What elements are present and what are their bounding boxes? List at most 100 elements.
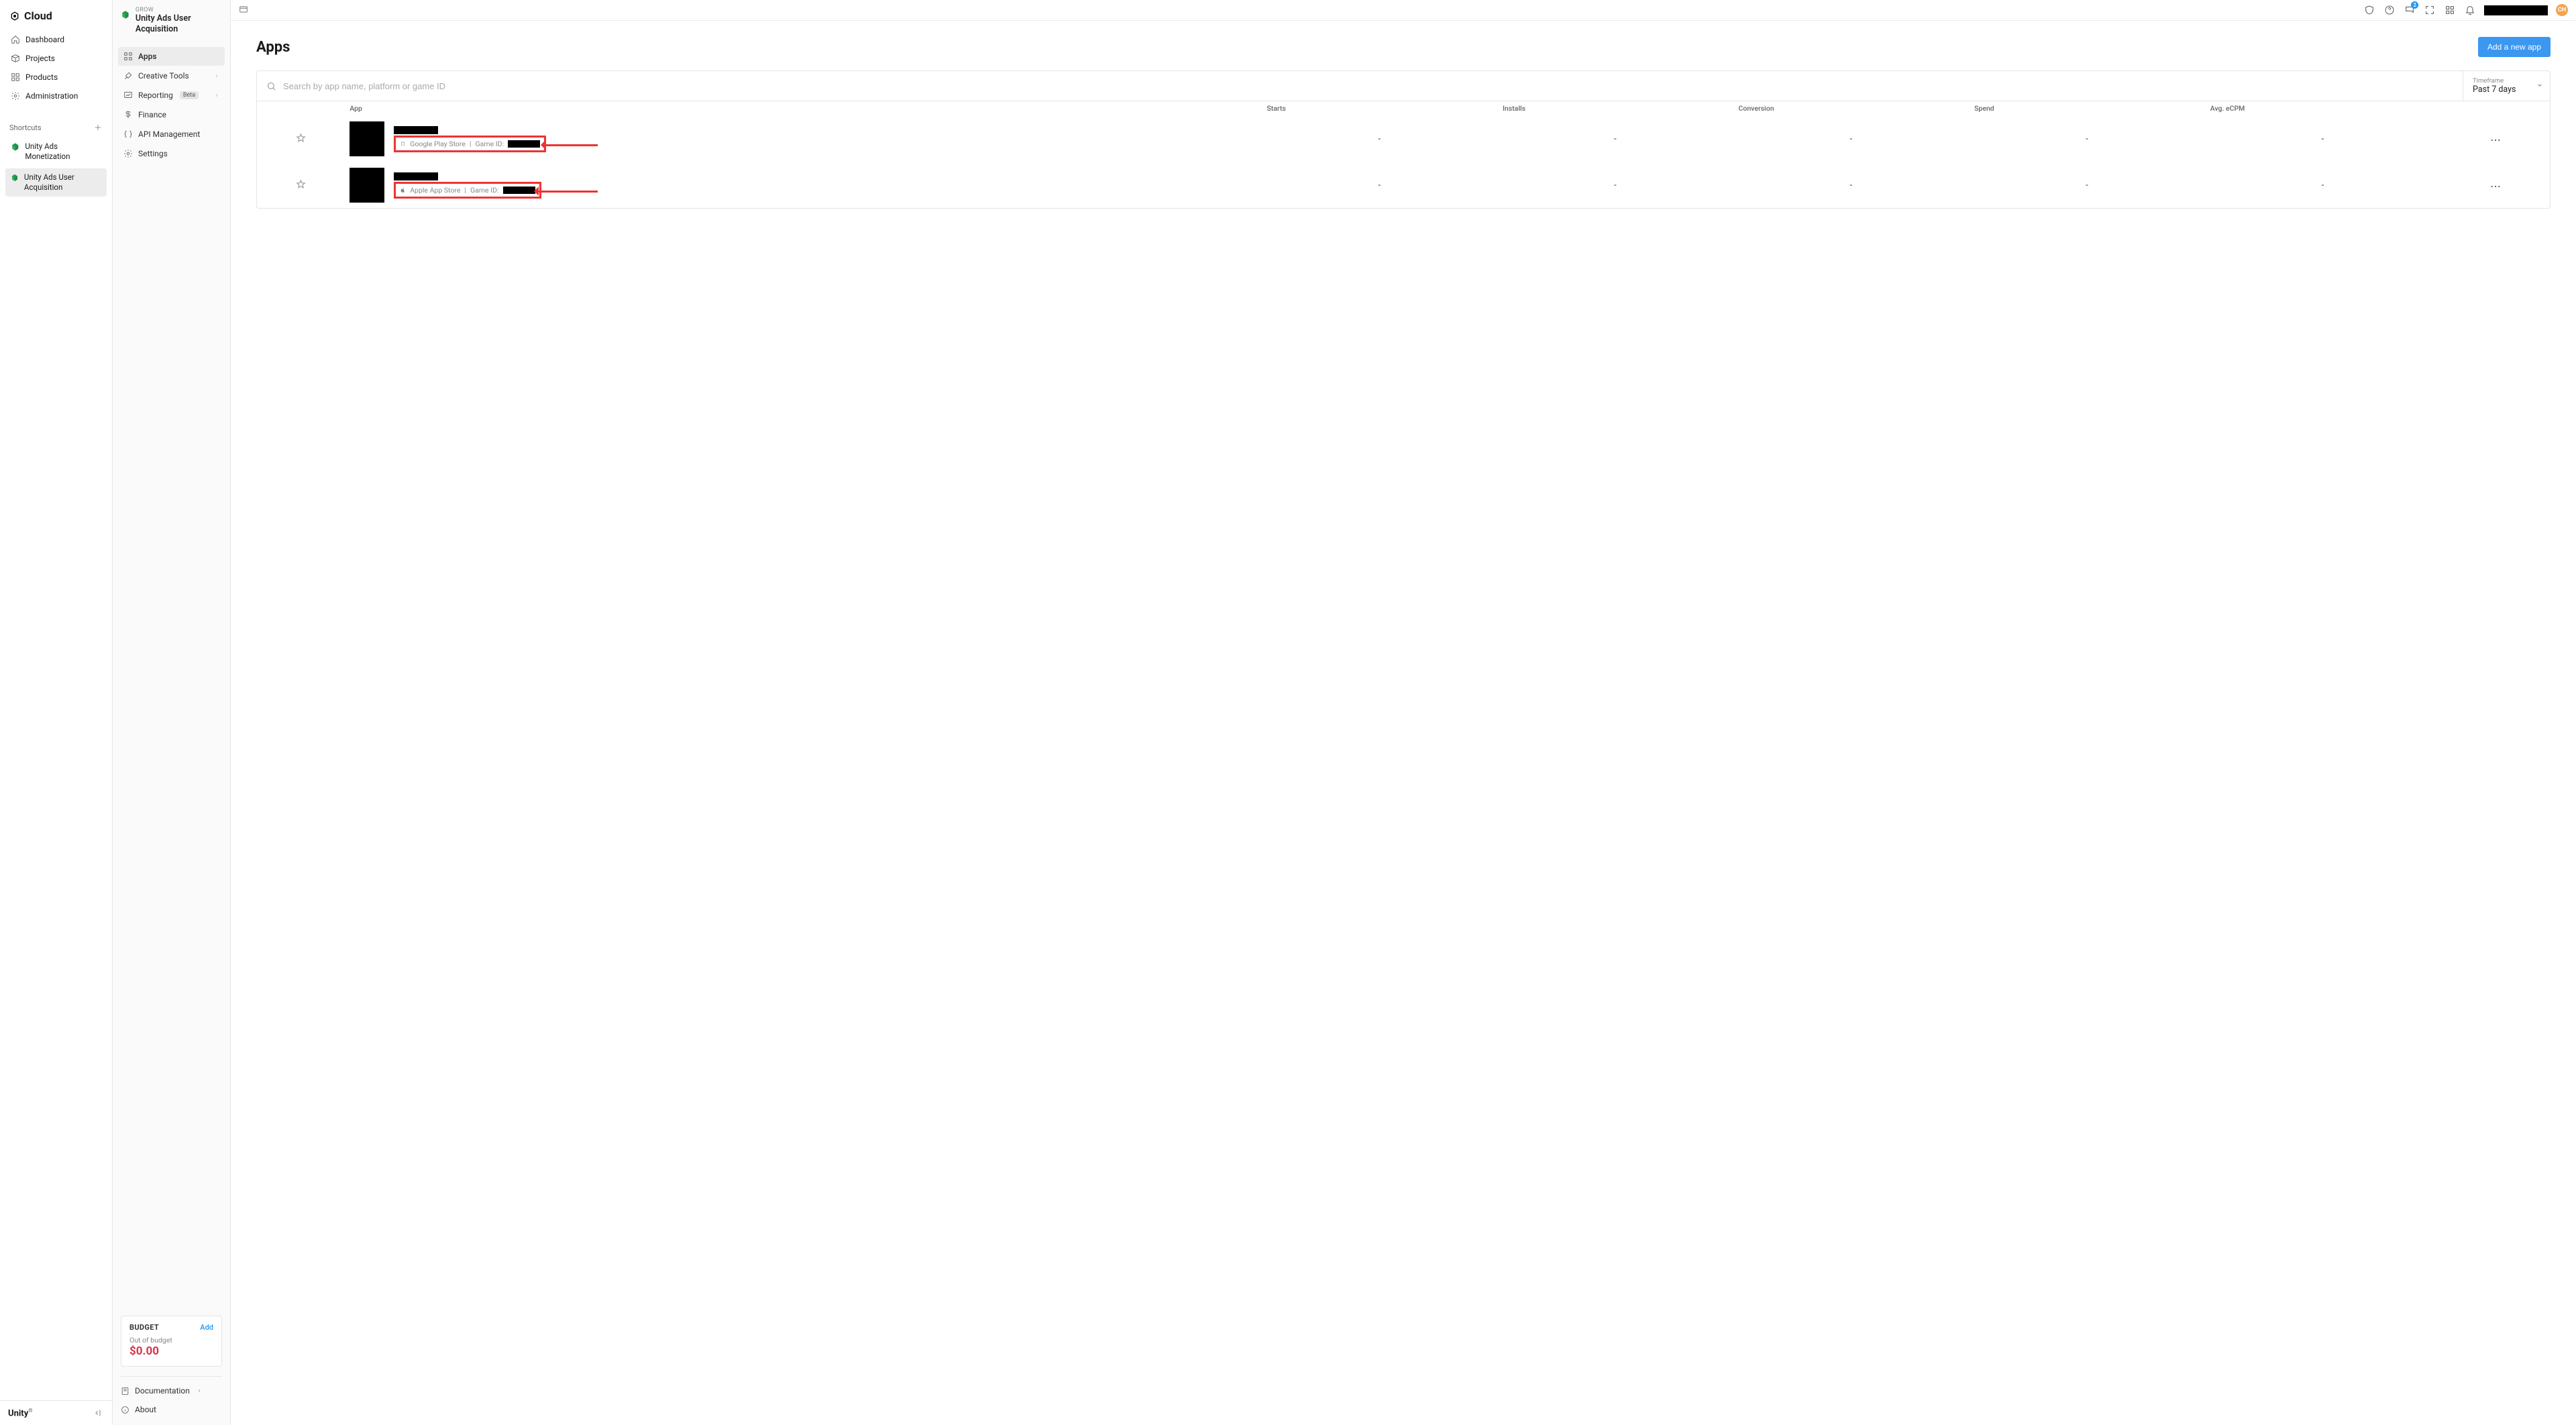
search-input[interactable] [283, 81, 2453, 91]
nav-finance[interactable]: Finance [118, 105, 225, 124]
notification-badge: 2 [2411, 1, 2418, 9]
col-spend[interactable]: Spend [1969, 101, 2205, 116]
fullscreen-icon[interactable] [2424, 4, 2436, 16]
favorite-toggle[interactable] [296, 182, 306, 192]
timeframe-select[interactable]: Timeframe Past 7 days [2463, 71, 2550, 101]
meta-separator: | [470, 140, 472, 148]
cell-conversion: - [1733, 162, 1970, 209]
cell-installs: - [1497, 162, 1733, 209]
cell-spend: - [1969, 116, 2205, 162]
add-new-app-button[interactable]: Add a new app [2478, 37, 2551, 57]
chevron-right-icon [214, 73, 219, 78]
col-conversion[interactable]: Conversion [1733, 101, 1970, 116]
nav-settings[interactable]: Settings [118, 144, 225, 163]
game-id-label: Game ID: [470, 186, 499, 195]
col-starts[interactable]: Starts [1261, 101, 1497, 116]
cell-ecpm: - [2205, 116, 2441, 162]
chevron-right-icon [197, 1388, 202, 1393]
budget-add-link[interactable]: Add [200, 1323, 213, 1332]
shield-icon[interactable] [2363, 4, 2375, 16]
nav-reporting[interactable]: Reporting Beta [118, 86, 225, 105]
footer-about[interactable]: About [121, 1401, 222, 1418]
row-actions-button[interactable] [2490, 134, 2501, 144]
budget-amount: $0.00 [129, 1344, 213, 1358]
apps-table: App Starts Installs Conversion Spend Avg… [257, 101, 2550, 208]
cube-icon [121, 9, 130, 20]
annotation-highlight-box: Apple App Store | Game ID: [394, 182, 541, 199]
nav-projects[interactable]: Projects [5, 49, 107, 68]
timeframe-value: Past 7 days [2473, 85, 2531, 95]
nav-label: Settings [138, 149, 168, 158]
brand[interactable]: Cloud [0, 0, 112, 30]
game-id-redacted [508, 140, 540, 148]
shortcuts-label: Shortcuts [9, 123, 42, 132]
cell-starts: - [1261, 162, 1497, 209]
nav-api-management[interactable]: API Management [118, 125, 225, 144]
help-icon[interactable] [2383, 4, 2396, 16]
inbox-icon[interactable]: 2 [2404, 4, 2416, 16]
budget-title: BUDGET [129, 1323, 159, 1332]
avatar[interactable]: CH [2556, 4, 2568, 16]
nav-label: Products [25, 72, 58, 82]
col-app[interactable]: App [344, 101, 1261, 116]
favorite-toggle[interactable] [296, 136, 306, 146]
nav-label: Reporting [138, 91, 173, 100]
primary-sidebar: Cloud Dashboard Projects Products Admini… [0, 0, 113, 1425]
apps-grid-icon[interactable] [2444, 4, 2456, 16]
brand-text: Cloud [24, 9, 52, 22]
collapse-sidebar-icon[interactable] [93, 1408, 104, 1418]
col-ecpm[interactable]: Avg. eCPM [2205, 101, 2441, 116]
app-row[interactable]: Apple App Store | Game ID: [257, 162, 2550, 209]
box-icon [11, 54, 20, 63]
apps-table-card: Timeframe Past 7 days App Starts Install… [256, 70, 2551, 209]
budget-status: Out of budget [129, 1336, 213, 1344]
meta-separator: | [464, 186, 466, 195]
info-icon [121, 1406, 129, 1414]
store-label: Google Play Store [410, 140, 466, 148]
footer-label: Documentation [135, 1386, 190, 1395]
nav-administration[interactable]: Administration [5, 87, 107, 105]
app-icon-redacted [350, 121, 384, 156]
nav-label: Apps [138, 52, 157, 61]
row-actions-button[interactable] [2490, 180, 2501, 191]
chevron-right-icon [214, 93, 219, 98]
search-wrap[interactable] [257, 71, 2463, 101]
timeframe-label: Timeframe [2473, 77, 2531, 85]
footer-documentation[interactable]: Documentation [121, 1382, 222, 1400]
cube-icon [11, 173, 19, 182]
chevron-down-icon [2536, 82, 2543, 89]
app-row[interactable]: Google Play Store | Game ID: [257, 116, 2550, 162]
org-name-redacted[interactable] [2484, 5, 2548, 15]
bell-icon[interactable] [2464, 4, 2476, 16]
annotation-arrow [544, 144, 598, 146]
grid-icon [11, 72, 20, 82]
app-name-redacted [394, 126, 438, 134]
col-installs[interactable]: Installs [1497, 101, 1733, 116]
nav-creative-tools[interactable]: Creative Tools [118, 66, 225, 85]
nav-apps[interactable]: Apps [118, 47, 225, 66]
nav-products[interactable]: Products [5, 68, 107, 87]
gear-icon [123, 149, 133, 158]
window-icon[interactable] [239, 5, 248, 14]
shortcut-user-acquisition[interactable]: Unity Ads User Acquisition [5, 168, 107, 197]
nav-label: Administration [25, 91, 78, 101]
module-title: Unity Ads User Acquisition [136, 13, 222, 36]
app-icon-redacted [350, 168, 384, 203]
unity-wordmark: Unity® [8, 1408, 33, 1418]
beta-badge: Beta [180, 91, 199, 99]
top-bar: 2 CH [231, 0, 2576, 21]
cell-starts: - [1261, 116, 1497, 162]
nav-dashboard[interactable]: Dashboard [5, 30, 107, 49]
plus-icon[interactable] [93, 123, 103, 132]
nav-label: Creative Tools [138, 71, 189, 81]
cube-icon [11, 142, 19, 152]
annotation-highlight-box: Google Play Store | Game ID: [394, 136, 546, 152]
store-label: Apple App Store [410, 186, 460, 195]
budget-card: BUDGET Add Out of budget $0.00 [121, 1316, 222, 1367]
page-title: Apps [256, 39, 290, 56]
shortcut-monetization[interactable]: Unity Ads Monetization [5, 138, 107, 166]
book-icon [121, 1387, 129, 1395]
braces-icon [123, 129, 133, 139]
dollar-icon [123, 110, 133, 119]
app-name-redacted [394, 172, 438, 180]
